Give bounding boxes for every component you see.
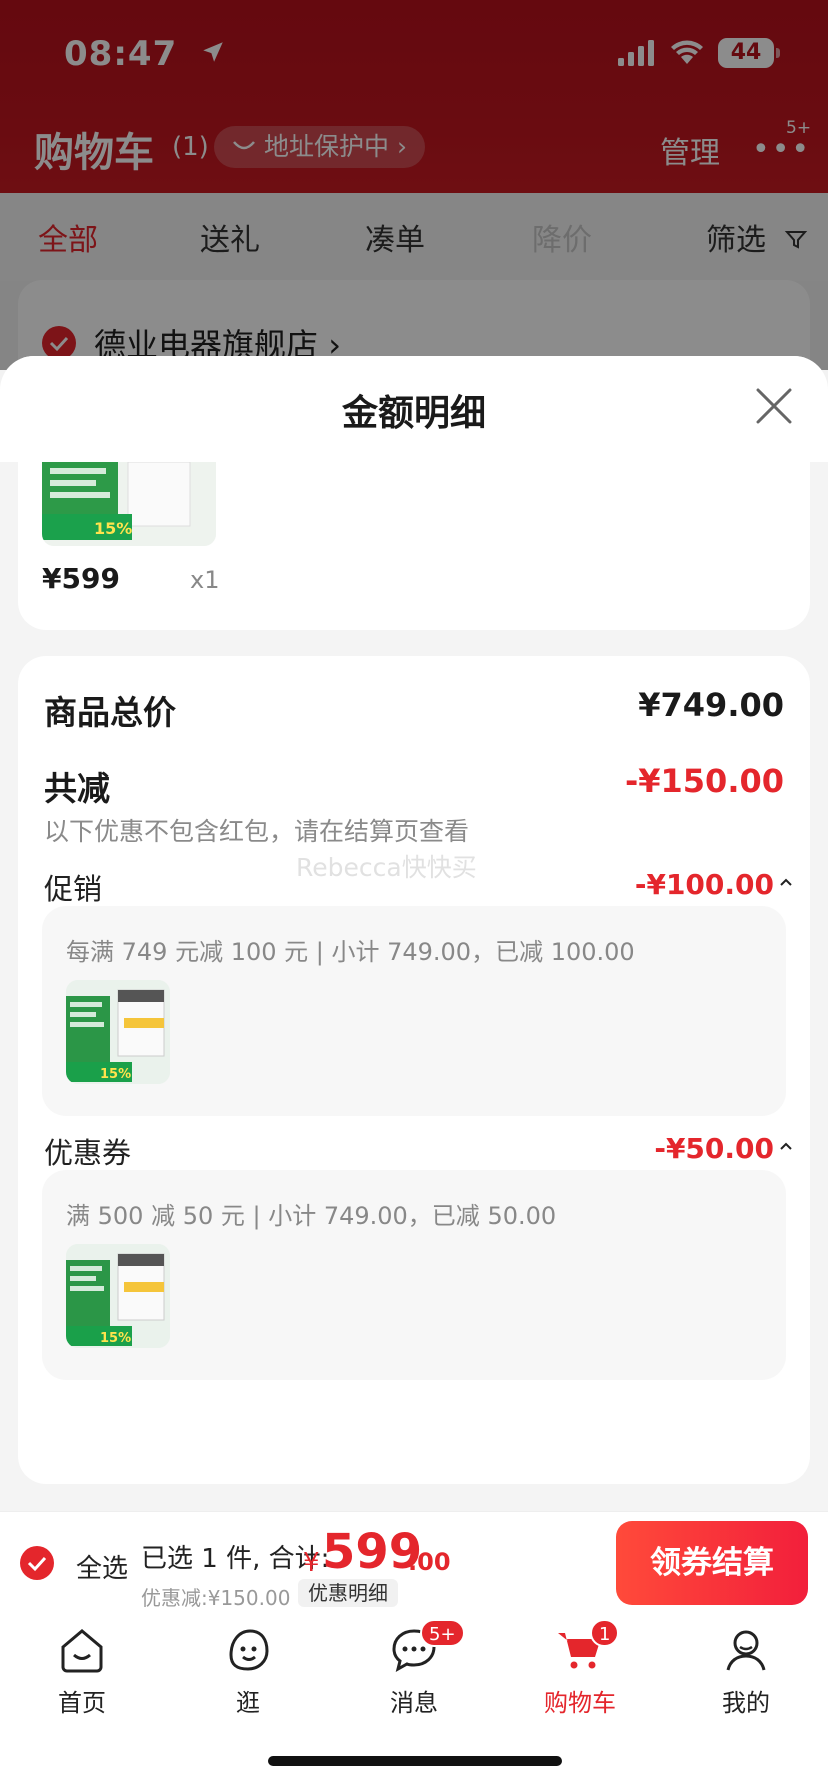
coupon-product-thumbnail[interactable]: 15% <box>66 1244 170 1348</box>
tab-home[interactable]: 首页 <box>22 1625 142 1718</box>
reduce-note: 以下优惠不包含红包，请在结算页查看 <box>44 817 470 846</box>
discount-amount: 优惠减:¥150.00 <box>141 1586 291 1610</box>
home-icon <box>61 1629 103 1673</box>
thumb-badge: 15% <box>100 1067 131 1082</box>
discount-detail-link[interactable]: 优惠明细 <box>298 1579 398 1607</box>
chevron-up-icon <box>780 878 792 886</box>
promo-detail-text: 每满 749 元减 100 元 | 小计 749.00，已减 100.00 <box>66 938 635 966</box>
coupon-detail-box: 满 500 减 50 元 | 小计 749.00，已减 50.00 15% <box>42 1170 786 1380</box>
cart-badge: 1 <box>590 1619 620 1647</box>
coupon-detail-text: 满 500 减 50 元 | 小计 749.00，已减 50.00 <box>66 1202 557 1230</box>
total-price-value: ¥749.00 <box>638 686 784 724</box>
amount-detail-sheet: 金额明细 15% ¥599 x1 商品总价 ¥749.00 共减 -¥150.0… <box>0 356 828 1511</box>
selected-summary: 已选 1 件, 合计: <box>141 1544 330 1574</box>
total-reduce-label: 共减 <box>44 769 110 808</box>
promo-label: 促销 <box>44 872 103 906</box>
tab-me[interactable]: 我的 <box>686 1625 806 1718</box>
chevron-up-icon <box>780 1142 792 1150</box>
amount-breakdown-card: 商品总价 ¥749.00 共减 -¥150.00 以下优惠不包含红包，请在结算页… <box>18 656 810 1484</box>
select-all-label[interactable]: 全选 <box>76 1548 128 1585</box>
coupon-label: 优惠券 <box>44 1136 132 1170</box>
product-thumbnail[interactable]: 15% <box>42 462 216 546</box>
tab-label: 首页 <box>58 1689 106 1717</box>
select-all-checkbox[interactable] <box>20 1546 54 1580</box>
tab-label: 我的 <box>722 1689 770 1717</box>
product-image: 15% <box>66 980 170 1084</box>
user-icon <box>726 1630 766 1671</box>
tab-messages[interactable]: 5+ 消息 <box>354 1619 474 1718</box>
total-decimal: .00 <box>408 1548 451 1576</box>
total-reduce-value: -¥150.00 <box>624 762 784 800</box>
tab-cart[interactable]: 1 购物车 <box>520 1619 640 1718</box>
tab-label: 逛 <box>236 1689 260 1717</box>
checkout-bar: 全选 已选 1 件, 合计: ¥ 599 .00 优惠减:¥150.00 优惠明… <box>0 1511 828 1611</box>
total-price-label: 商品总价 <box>44 693 176 732</box>
item-quantity: x1 <box>190 566 220 594</box>
sheet-title: 金额明细 <box>341 393 486 434</box>
promo-value: -¥100.00 <box>634 868 774 901</box>
promo-row[interactable]: 促销 -¥100.00 <box>44 866 792 906</box>
modal-backdrop[interactable] <box>0 0 828 370</box>
total-currency: ¥ <box>303 1548 320 1578</box>
promo-detail-box: 每满 749 元减 100 元 | 小计 749.00，已减 100.00 15… <box>42 906 786 1116</box>
home-indicator <box>268 1756 562 1766</box>
total-price-row: 商品总价 ¥749.00 <box>44 686 784 732</box>
checkout-button[interactable]: 领券结算 <box>616 1521 808 1605</box>
check-icon <box>27 1556 47 1572</box>
total-reduce-row: 共减 -¥150.00 <box>44 762 784 808</box>
thumb-badge: 15% <box>100 1331 131 1346</box>
bottom-tab-bar: 首页 逛 5+ 消息 1 购物车 我的 <box>0 1611 828 1792</box>
tab-browse[interactable]: 逛 <box>188 1625 308 1718</box>
product-image: 15% <box>66 1244 170 1348</box>
product-item-card: 15% ¥599 x1 <box>18 462 810 630</box>
messages-badge: 5+ <box>420 1619 465 1647</box>
smiley-face-icon <box>229 1629 269 1671</box>
tab-label: 消息 <box>390 1689 438 1717</box>
coupon-row[interactable]: 优惠券 -¥50.00 <box>44 1130 792 1170</box>
product-image: 15% <box>42 462 216 546</box>
thumb-badge: 15% <box>94 519 132 538</box>
close-icon[interactable] <box>754 386 794 426</box>
item-price: ¥599 <box>42 562 120 595</box>
sheet-header: 金额明细 <box>0 356 828 462</box>
promo-product-thumbnail[interactable]: 15% <box>66 980 170 1084</box>
coupon-value: -¥50.00 <box>654 1132 774 1165</box>
tab-label: 购物车 <box>544 1689 616 1717</box>
